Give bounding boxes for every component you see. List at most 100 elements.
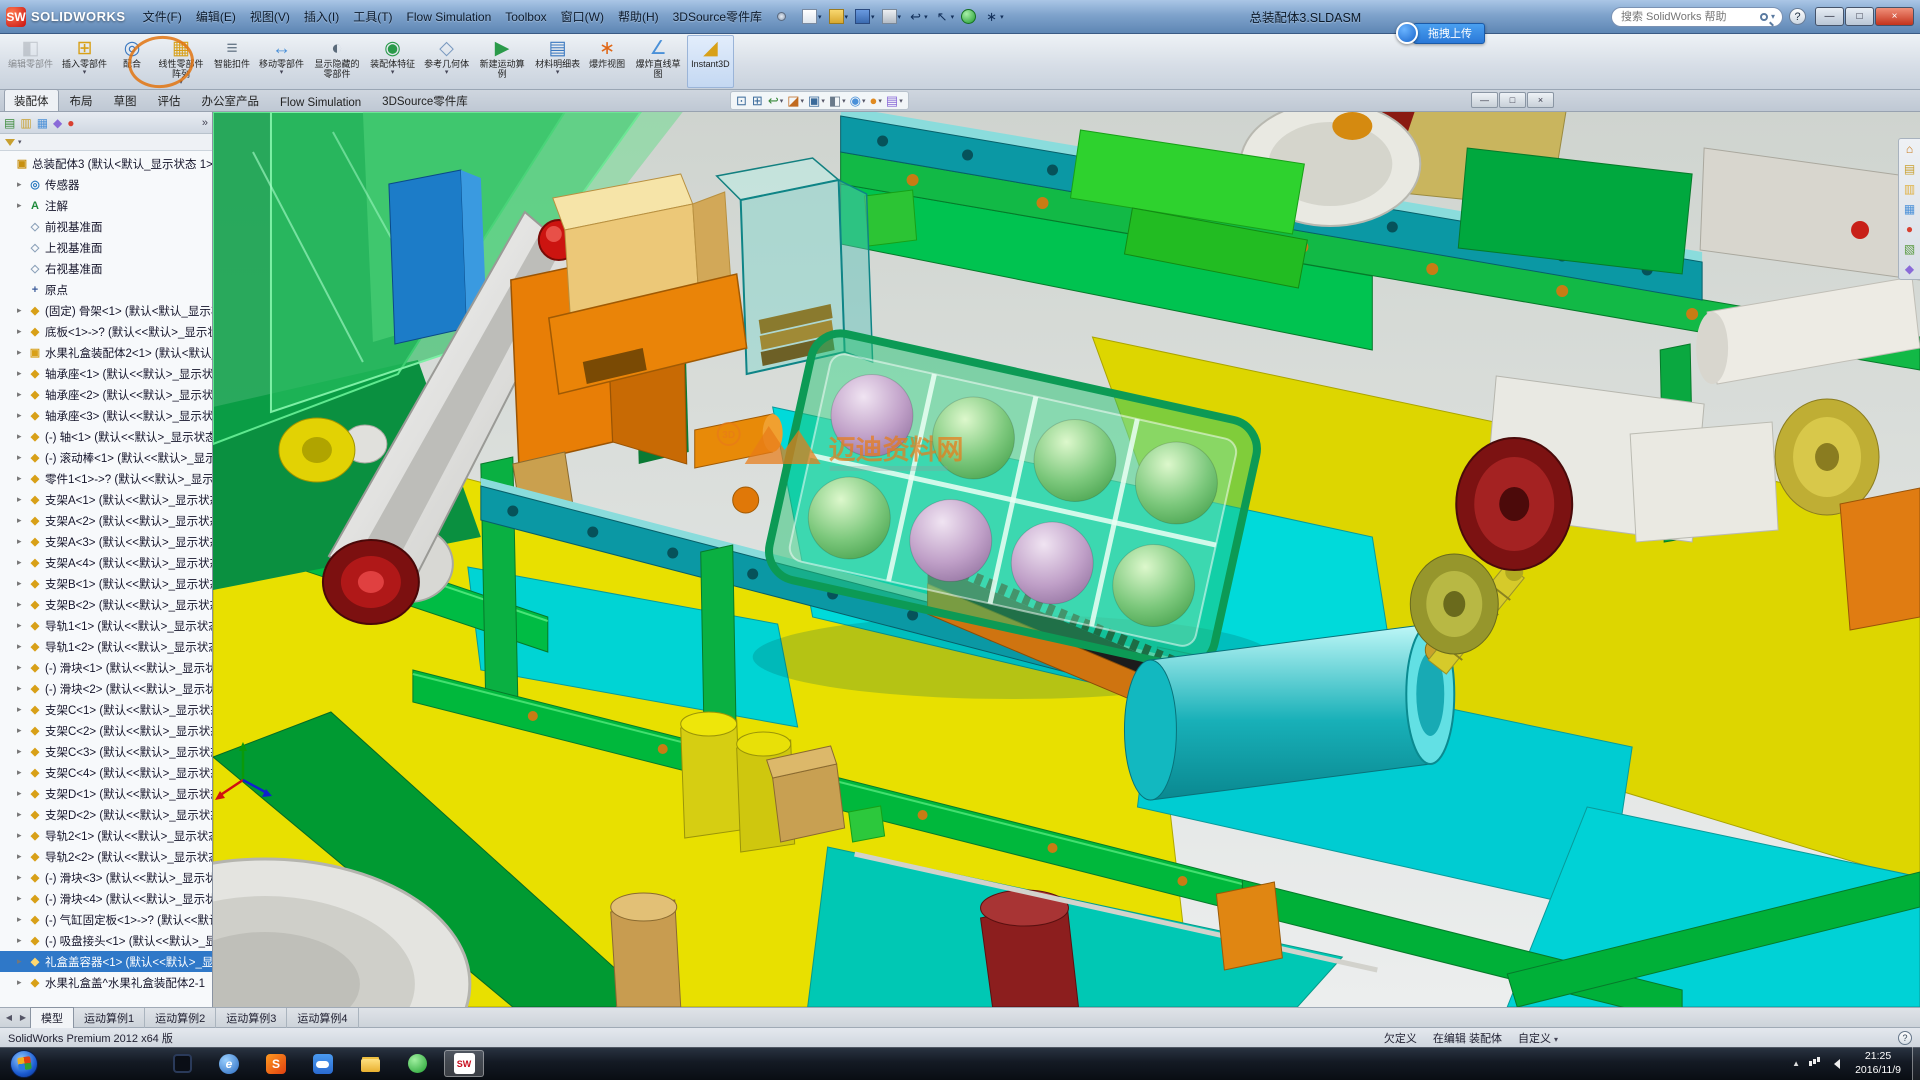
print-button[interactable]: ▾ xyxy=(880,8,904,25)
view-orientation-icon[interactable]: ▣ ▾ xyxy=(808,94,825,107)
solidworks-resources-icon[interactable]: ⌂ xyxy=(1906,143,1913,155)
ribbon-button[interactable]: ▤ 材料明细表 ▾ xyxy=(531,35,584,88)
ribbon-button[interactable]: ◇ 参考几何体 ▾ xyxy=(420,35,473,88)
expand-arrow-icon[interactable]: ▸ xyxy=(17,515,28,526)
expand-arrow-icon[interactable]: ▸ xyxy=(17,494,28,505)
expand-arrow-icon[interactable]: ▸ xyxy=(17,305,28,316)
network-icon[interactable] xyxy=(1809,1061,1812,1066)
expand-arrow-icon[interactable]: ▸ xyxy=(17,746,28,757)
tree-item[interactable]: ▸ ◆ (-) 滑块<4> (默认<<默认>_显示状态 1>) xyxy=(0,888,212,909)
tree-item[interactable]: ▸ ◆ 支架C<2> (默认<<默认>_显示状态 1>) xyxy=(0,720,212,741)
tree-item[interactable]: ▸ ◆ 支架A<4> (默认<<默认>_显示状态 1>) xyxy=(0,552,212,573)
filter-caret-icon[interactable]: ▾ xyxy=(18,138,22,146)
expand-arrow-icon[interactable]: ▸ xyxy=(17,200,28,211)
ribbon-button[interactable]: ≡ 智能扣件 xyxy=(210,35,254,88)
ribbon-tab[interactable]: 办公室产品 xyxy=(192,89,270,111)
tree-item[interactable]: ▣ 总装配体3 (默认<默认_显示状态 1>) xyxy=(0,153,212,174)
tree-item[interactable]: ▸ ◆ 导轨1<2> (默认<<默认>_显示状态 1>) xyxy=(0,636,212,657)
expand-arrow-icon[interactable]: ▸ xyxy=(17,347,28,358)
filter-funnel-icon[interactable] xyxy=(5,139,15,151)
doc-close-button[interactable]: × xyxy=(1527,92,1554,108)
baidu-upload-overlay[interactable]: 拖拽上传 xyxy=(1396,22,1485,44)
tree-item[interactable]: ▸ ◎ 传感器 xyxy=(0,174,212,195)
featuremanager-tab-icon[interactable]: ▤ xyxy=(4,117,15,129)
tree-item[interactable]: ▸ ◆ 支架D<1> (默认<<默认>_显示状态 1>) xyxy=(0,783,212,804)
ribbon-tab[interactable]: Flow Simulation xyxy=(270,93,371,111)
tree-item[interactable]: ▸ ◆ 支架A<3> (默认<<默认>_显示状态 1>) xyxy=(0,531,212,552)
expand-arrow-icon[interactable]: ▸ xyxy=(17,179,28,190)
file-explorer-icon[interactable]: ▥ xyxy=(1904,183,1915,195)
expand-arrow-icon[interactable]: ▸ xyxy=(17,620,28,631)
tree-item[interactable]: ▸ ◆ (-) 吸盘接头<1> (默认<<默认>_显示状态 1>) xyxy=(0,930,212,951)
ribbon-button[interactable]: ◧ 编辑零部件 xyxy=(4,35,57,88)
expand-arrow-icon[interactable]: ▸ xyxy=(17,536,28,547)
ribbon-tab[interactable]: 布局 xyxy=(60,89,103,111)
tree-item[interactable]: ▸ ◆ (固定) 骨架<1> (默认<默认_显示状态 1>) xyxy=(0,300,212,321)
tree-item[interactable]: ▸ ◆ 支架C<3> (默认<<默认>_显示状态 1>) xyxy=(0,741,212,762)
minimize-button[interactable]: — xyxy=(1815,7,1844,26)
expand-arrow-icon[interactable]: ▸ xyxy=(17,977,28,988)
configurationmanager-tab-icon[interactable]: ▦ xyxy=(37,117,48,129)
previous-view-icon[interactable]: ↩ ▾ xyxy=(768,94,783,107)
taskbar-solidworks-icon[interactable]: SW xyxy=(444,1050,484,1077)
tree-item[interactable]: ▸ ◆ 底板<1>->? (默认<<默认>_显示状态 1>) xyxy=(0,321,212,342)
tree-item[interactable]: ▸ ◆ 导轨2<2> (默认<<默认>_显示状态 1>) xyxy=(0,846,212,867)
menu-item[interactable]: 编辑(E) xyxy=(189,5,243,28)
tree-item[interactable]: ▸ ◆ 水果礼盒盖^水果礼盒装配体2-1 xyxy=(0,972,212,993)
taskbar-green-app-icon[interactable] xyxy=(397,1050,437,1077)
restore-button[interactable]: □ xyxy=(1845,7,1874,26)
tree-item[interactable]: ▸ ▣ 水果礼盒装配体2<1> (默认<默认_显示状态 1>) xyxy=(0,342,212,363)
status-help-icon[interactable]: ? xyxy=(1898,1031,1912,1045)
taskbar-clock[interactable]: 21:25 2016/11/9 xyxy=(1855,1050,1901,1076)
expand-arrow-icon[interactable]: ▸ xyxy=(17,788,28,799)
upload-button[interactable]: 拖拽上传 xyxy=(1413,23,1485,44)
study-tab[interactable]: 运动算例3 xyxy=(216,1008,287,1028)
expand-arrow-icon[interactable]: ▸ xyxy=(17,662,28,673)
ribbon-tab[interactable]: 草图 xyxy=(104,89,147,111)
propertymanager-tab-icon[interactable]: ▥ xyxy=(20,117,31,129)
tree-item[interactable]: ▸ ◆ (-) 滑块<2> (默认<<默认>_显示状态 1>) xyxy=(0,678,212,699)
menu-item[interactable]: Toolbox xyxy=(498,7,553,27)
undo-button[interactable]: ↩ ▾ xyxy=(906,8,930,25)
tree-item[interactable]: ◇ 右视基准面 xyxy=(0,258,212,279)
tray-expand-icon[interactable]: ▲ xyxy=(1792,1059,1800,1068)
tree-item[interactable]: ▸ ◆ 礼盒盖容器<1> (默认<<默认>_显示状态 1>) xyxy=(0,951,212,972)
expand-arrow-icon[interactable]: ▸ xyxy=(17,452,28,463)
doc-restore-button[interactable]: □ xyxy=(1499,92,1526,108)
expand-arrow-icon[interactable]: ▸ xyxy=(17,410,28,421)
tree-item[interactable]: ▸ ◆ 支架C<4> (默认<<默认>_显示状态 1>) xyxy=(0,762,212,783)
select-tool-button[interactable]: ↖ ▾ xyxy=(933,8,957,25)
ribbon-tab[interactable]: 装配体 xyxy=(4,89,59,111)
expand-arrow-icon[interactable]: ▸ xyxy=(17,725,28,736)
doc-minimize-button[interactable]: — xyxy=(1471,92,1498,108)
search-icon[interactable] xyxy=(1760,13,1768,21)
tree-item[interactable]: ◇ 上视基准面 xyxy=(0,237,212,258)
document-builder-icon[interactable]: ◆ xyxy=(1905,263,1914,275)
save-button[interactable]: ▾ xyxy=(853,8,877,25)
hide-show-items-icon[interactable]: ◉ ▾ xyxy=(850,94,866,107)
custom-properties-icon[interactable]: ▧ xyxy=(1904,243,1915,255)
menu-item[interactable]: 插入(I) xyxy=(297,5,346,28)
tree-item[interactable]: ▸ ◆ 导轨1<1> (默认<<默认>_显示状态 1>) xyxy=(0,615,212,636)
zoom-area-icon[interactable]: ⊞ xyxy=(752,94,764,107)
search-caret-icon[interactable]: ▾ xyxy=(1771,12,1775,21)
ribbon-button[interactable]: ◉ 装配体特征 ▾ xyxy=(366,35,419,88)
study-tab[interactable]: 运动算例2 xyxy=(145,1008,216,1028)
tree-item[interactable]: ▸ ◆ 轴承座<3> (默认<<默认>_显示状态 1>) xyxy=(0,405,212,426)
expand-arrow-icon[interactable]: ▸ xyxy=(17,368,28,379)
tree-item[interactable]: + 原点 xyxy=(0,279,212,300)
study-tab[interactable]: 运动算例4 xyxy=(287,1008,358,1028)
view-palette-icon[interactable]: ▦ xyxy=(1904,203,1915,215)
design-library-icon[interactable]: ▤ xyxy=(1904,163,1915,175)
tree-item[interactable]: ▸ ◆ (-) 滚动棒<1> (默认<<默认>_显示状态 1>) xyxy=(0,447,212,468)
menu-pin-icon[interactable] xyxy=(777,12,786,21)
appearances-scenes-icon[interactable]: ● xyxy=(1906,223,1913,235)
ribbon-button[interactable]: ◐ 显示隐藏的零部件 xyxy=(309,35,365,88)
expand-arrow-icon[interactable]: ▸ xyxy=(17,389,28,400)
ribbon-button[interactable]: ∗ 爆炸视图 xyxy=(585,35,629,88)
tree-item[interactable]: ▸ ◆ 轴承座<1> (默认<<默认>_显示状态 1>) xyxy=(0,363,212,384)
expand-arrow-icon[interactable]: ▸ xyxy=(17,809,28,820)
tree-item[interactable]: ▸ ◆ (-) 轴<1> (默认<<默认>_显示状态 1>) xyxy=(0,426,212,447)
tree-item[interactable]: ▸ ◆ 轴承座<2> (默认<<默认>_显示状态 1>) xyxy=(0,384,212,405)
tree-item[interactable]: ◇ 前视基准面 xyxy=(0,216,212,237)
